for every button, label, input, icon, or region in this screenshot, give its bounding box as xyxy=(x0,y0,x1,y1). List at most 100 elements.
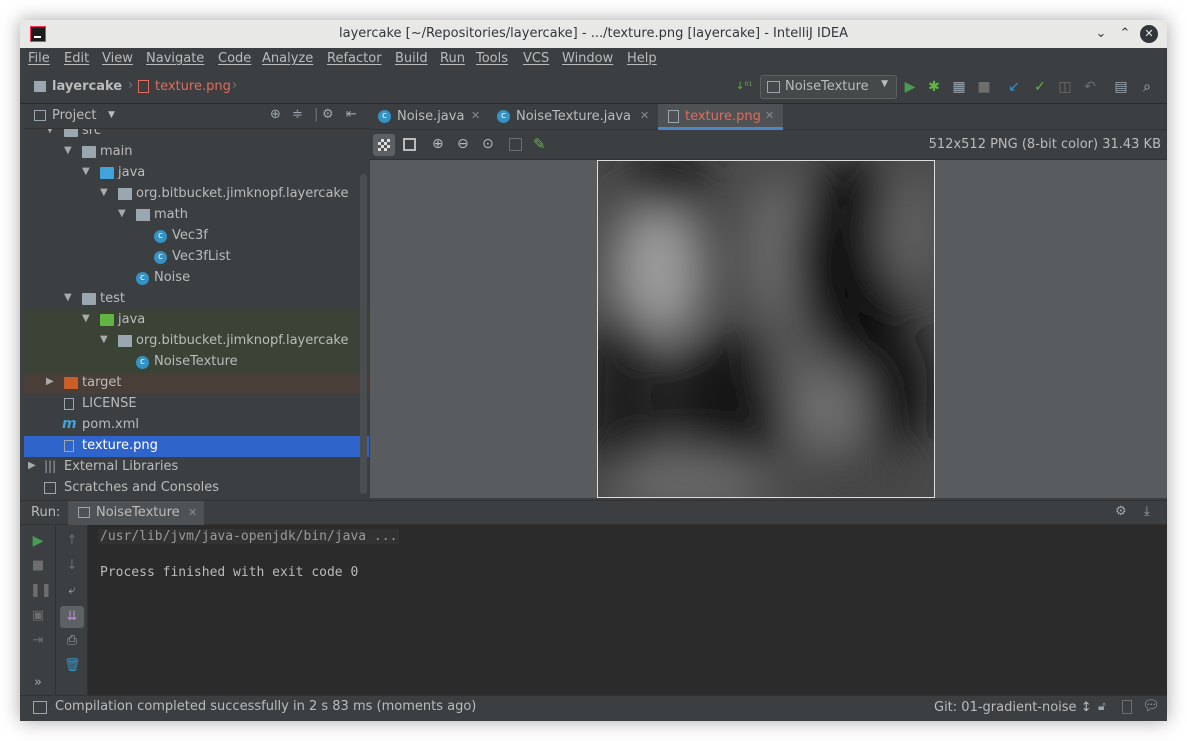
run-icon[interactable]: ▶ xyxy=(902,79,918,95)
zoom-in-icon[interactable]: ⊕ xyxy=(432,136,444,152)
expanded-arrow-icon[interactable]: ▼ xyxy=(100,187,108,198)
breadcrumb-project[interactable]: layercake xyxy=(52,79,122,94)
hide-panel-icon[interactable]: ⤓ xyxy=(1144,504,1150,519)
tab-texture-png[interactable]: texture.png ✕ xyxy=(658,104,783,130)
grid-icon[interactable] xyxy=(403,138,416,151)
expanded-arrow-icon[interactable]: ▼ xyxy=(82,166,90,177)
menu-code[interactable]: Code xyxy=(218,51,251,66)
tree-item[interactable]: ▼ main xyxy=(24,142,369,163)
collapsed-arrow-icon[interactable]: ▶ xyxy=(46,376,54,387)
expanded-arrow-icon[interactable]: ▼ xyxy=(118,208,126,219)
hide-panel-icon[interactable]: ⇤ xyxy=(346,107,357,122)
dump-threads-icon[interactable]: ▣ xyxy=(30,608,46,624)
build-icon[interactable]: ↓⁰¹ xyxy=(736,79,752,95)
vcs-commit-icon[interactable]: ✓ xyxy=(1032,79,1048,95)
expanded-arrow-icon[interactable]: ▼ xyxy=(64,145,72,156)
menu-file[interactable]: File xyxy=(28,51,50,66)
menu-build[interactable]: Build xyxy=(395,51,428,66)
rerun-icon[interactable]: ▶ xyxy=(30,533,46,549)
zoom-out-icon[interactable]: ⊖ xyxy=(457,136,469,152)
up-arrow-icon[interactable]: ↑ xyxy=(64,533,80,549)
debug-icon[interactable]: ✱ xyxy=(926,79,942,95)
close-tab-icon[interactable]: ✕ xyxy=(471,109,480,122)
tab-noisetexture-java[interactable]: c NoiseTexture.java ✕ xyxy=(489,104,658,130)
menu-tools[interactable]: Tools xyxy=(476,51,508,66)
vcs-revert-icon[interactable]: ↶ xyxy=(1082,79,1098,95)
run-tab[interactable]: NoiseTexture ✕ xyxy=(68,501,204,525)
menu-analyze[interactable]: Analyze xyxy=(262,51,313,66)
menu-run[interactable]: Run xyxy=(440,51,465,66)
tree-item[interactable]: ▼ org.bitbucket.jimknopf.layercake xyxy=(24,184,369,205)
tree-item[interactable]: ▼ java xyxy=(24,310,369,331)
stop-icon[interactable]: ■ xyxy=(30,558,46,574)
fit-zoom-icon[interactable] xyxy=(509,138,522,151)
git-branch-widget[interactable]: Git: 01-gradient-noise ↕ xyxy=(934,700,1092,715)
console-output[interactable]: /usr/lib/jvm/java-openjdk/bin/java ... P… xyxy=(88,525,1167,696)
tree-item[interactable]: ▼ src xyxy=(24,129,369,142)
inspector-icon[interactable] xyxy=(1122,700,1132,714)
minimize-chevron-icon[interactable]: ⌄ xyxy=(1092,25,1110,43)
tab-noise-java[interactable]: c Noise.java ✕ xyxy=(370,104,489,130)
gear-icon[interactable]: ⚙ xyxy=(322,107,334,122)
more-actions-icon[interactable]: » xyxy=(30,675,46,691)
tree-item[interactable]: c Noise xyxy=(24,268,369,289)
close-tab-icon[interactable]: ✕ xyxy=(765,109,774,122)
vcs-update-icon[interactable]: ↙ xyxy=(1006,79,1022,95)
menu-window[interactable]: Window xyxy=(562,51,613,66)
print-icon[interactable]: ⎙ xyxy=(64,633,80,649)
close-tab-icon[interactable]: ✕ xyxy=(188,506,197,519)
tree-item[interactable]: texture.png xyxy=(24,436,369,457)
tree-item[interactable]: m pom.xml xyxy=(24,415,369,436)
color-picker-icon[interactable]: ✎ xyxy=(533,135,546,153)
pause-icon[interactable]: ❚❚ xyxy=(30,583,52,599)
tree-item[interactable]: ▼ java xyxy=(24,163,369,184)
expanded-arrow-icon[interactable]: ▼ xyxy=(46,129,54,135)
expanded-arrow-icon[interactable]: ▼ xyxy=(64,292,72,303)
tree-item[interactable]: c Vec3fList xyxy=(24,247,369,268)
project-panel-title[interactable]: Project xyxy=(52,108,96,123)
lock-icon[interactable]: 🔓︎ xyxy=(1098,699,1106,714)
gear-icon[interactable]: ⚙ xyxy=(1115,504,1127,519)
scroll-to-end-button[interactable]: ⇊ xyxy=(60,606,84,628)
tree-item[interactable]: ▼ org.bitbucket.jimknopf.layercake xyxy=(24,331,369,352)
down-arrow-icon[interactable]: ↓ xyxy=(64,558,80,574)
run-configuration-select[interactable]: NoiseTexture ▼ xyxy=(760,75,897,99)
soft-wrap-icon[interactable]: ⤶ xyxy=(64,583,80,599)
tree-item[interactable]: c NoiseTexture xyxy=(24,352,369,373)
tree-item[interactable]: ▶ ||| External Libraries xyxy=(24,457,369,478)
menu-navigate[interactable]: Navigate xyxy=(146,51,204,66)
menu-view[interactable]: View xyxy=(102,51,133,66)
toggle-tool-windows-icon[interactable] xyxy=(33,701,47,714)
tree-item[interactable]: ▶ target xyxy=(24,373,369,394)
maximize-chevron-icon[interactable]: ⌃ xyxy=(1116,25,1134,43)
expanded-arrow-icon[interactable]: ▼ xyxy=(82,313,90,324)
toggle-chessboard-button[interactable] xyxy=(373,134,395,156)
menu-vcs[interactable]: VCS xyxy=(523,51,549,66)
chevron-down-icon[interactable]: ▼ xyxy=(108,110,115,120)
vcs-history-icon[interactable]: ◫ xyxy=(1057,79,1073,95)
close-window-icon[interactable]: ✕ xyxy=(1140,25,1158,43)
locate-file-icon[interactable]: ⊕ xyxy=(270,107,281,122)
actual-size-icon[interactable]: ⊙ xyxy=(482,136,494,152)
collapse-all-icon[interactable]: ≑ xyxy=(292,107,303,122)
trash-icon[interactable]: 🗑 xyxy=(64,658,81,674)
collapsed-arrow-icon[interactable]: ▶ xyxy=(28,460,36,471)
tree-item[interactable]: Scratches and Consoles xyxy=(24,478,369,498)
close-tab-icon[interactable]: ✕ xyxy=(640,109,649,122)
event-log-icon[interactable]: 💬︎ xyxy=(1142,698,1160,714)
stop-icon[interactable]: ■ xyxy=(976,79,992,95)
expanded-arrow-icon[interactable]: ▼ xyxy=(100,334,108,345)
project-structure-icon[interactable]: ▤ xyxy=(1113,79,1129,95)
menu-help[interactable]: Help xyxy=(627,51,657,66)
menu-refactor[interactable]: Refactor xyxy=(327,51,382,66)
search-everywhere-icon[interactable]: ⌕ xyxy=(1139,79,1155,95)
tree-item[interactable]: c Vec3f xyxy=(24,226,369,247)
breadcrumb-file[interactable]: texture.png xyxy=(155,79,231,94)
coverage-icon[interactable]: ▦ xyxy=(951,79,967,95)
tree-scrollbar[interactable] xyxy=(360,174,367,494)
menu-edit[interactable]: Edit xyxy=(64,51,89,66)
tree-item[interactable]: ▼ math xyxy=(24,205,369,226)
tree-item[interactable]: LICENSE xyxy=(24,394,369,415)
tree-item[interactable]: ▼ test xyxy=(24,289,369,310)
exit-icon[interactable]: ⇥ xyxy=(30,633,46,649)
